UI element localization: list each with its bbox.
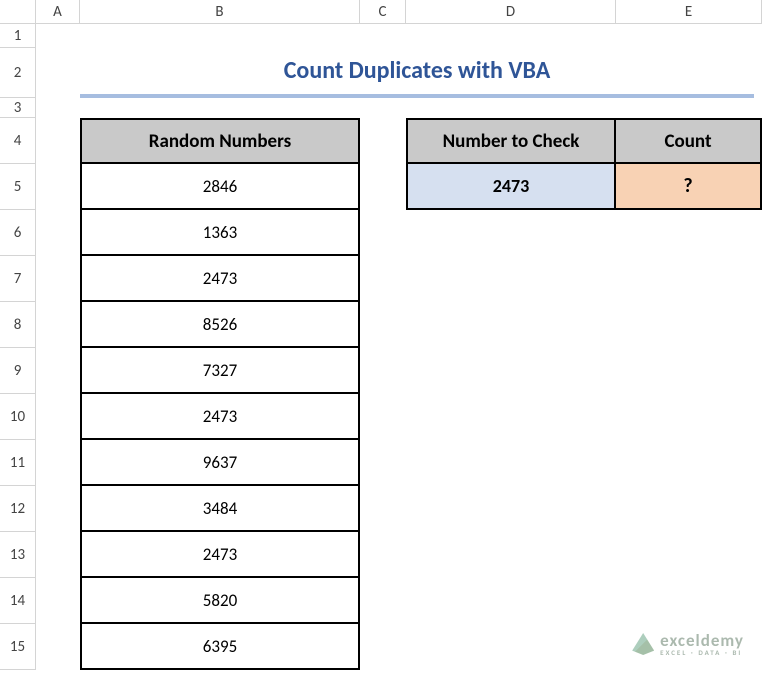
row-header-10[interactable]: 10	[0, 394, 36, 440]
page-title: Count Duplicates with VBA	[80, 52, 754, 98]
row-header-15[interactable]: 15	[0, 624, 36, 670]
col-header-A[interactable]: A	[36, 0, 80, 24]
row-header-11[interactable]: 11	[0, 440, 36, 486]
watermark-subtext: EXCEL · DATA · BI	[660, 649, 744, 656]
watermark: exceldemy EXCEL · DATA · BI	[632, 632, 744, 656]
cell-B15[interactable]: 6395	[80, 624, 360, 670]
cell-B9[interactable]: 7327	[80, 348, 360, 394]
cell-B10[interactable]: 2473	[80, 394, 360, 440]
cell-B12[interactable]: 3484	[80, 486, 360, 532]
cell-E5[interactable]: ?	[616, 164, 762, 210]
table2-header-count[interactable]: Count	[616, 118, 762, 164]
cell-B13[interactable]: 2473	[80, 532, 360, 578]
row-header-3[interactable]: 3	[0, 98, 36, 118]
table2-header-check[interactable]: Number to Check	[406, 118, 616, 164]
spreadsheet-grid: A B C D E 1 2 Count Duplicates with VBA …	[0, 0, 768, 670]
row-header-5[interactable]: 5	[0, 164, 36, 210]
row-header-9[interactable]: 9	[0, 348, 36, 394]
cell-D5[interactable]: 2473	[406, 164, 616, 210]
row-1-cells[interactable]	[36, 24, 762, 48]
cell-B14[interactable]: 5820	[80, 578, 360, 624]
row-header-12[interactable]: 12	[0, 486, 36, 532]
table1-header[interactable]: Random Numbers	[80, 118, 360, 164]
cell-B7[interactable]: 2473	[80, 256, 360, 302]
row-header-2[interactable]: 2	[0, 48, 36, 98]
row-header-4[interactable]: 4	[0, 118, 36, 164]
row-header-13[interactable]: 13	[0, 532, 36, 578]
row-header-8[interactable]: 8	[0, 302, 36, 348]
cell-B6[interactable]: 1363	[80, 210, 360, 256]
col-header-E[interactable]: E	[616, 0, 762, 24]
row-header-1[interactable]: 1	[0, 24, 36, 48]
watermark-text: exceldemy	[660, 632, 744, 649]
col-header-B[interactable]: B	[80, 0, 360, 24]
cell-B8[interactable]: 8526	[80, 302, 360, 348]
row-header-14[interactable]: 14	[0, 578, 36, 624]
cell-B5[interactable]: 2846	[80, 164, 360, 210]
watermark-logo-icon	[632, 633, 654, 655]
select-all-corner[interactable]	[0, 0, 36, 24]
cell-B11[interactable]: 9637	[80, 440, 360, 486]
col-header-C[interactable]: C	[360, 0, 406, 24]
row-header-7[interactable]: 7	[0, 256, 36, 302]
col-header-D[interactable]: D	[406, 0, 616, 24]
row-header-6[interactable]: 6	[0, 210, 36, 256]
